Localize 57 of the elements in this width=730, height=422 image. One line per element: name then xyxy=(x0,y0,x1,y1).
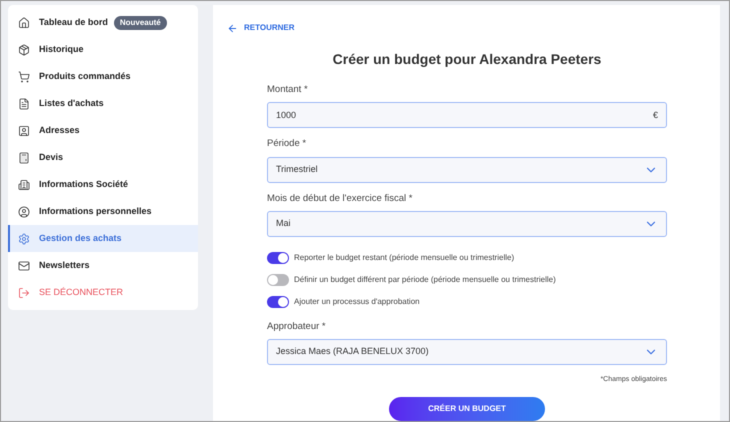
sidebar-label: Listes d'achats xyxy=(39,96,104,110)
currency-symbol: € xyxy=(652,108,658,122)
sidebar-item[interactable]: Informations Société xyxy=(8,171,198,198)
sidebar-label: Newsletters xyxy=(39,258,90,272)
sidebar-item[interactable]: Listes d'achats xyxy=(8,90,198,117)
toggle-switch[interactable] xyxy=(267,296,289,308)
field-label: Période * xyxy=(267,137,308,152)
back-link[interactable]: RETOURNER xyxy=(227,22,295,34)
sidebar-label: Adresses xyxy=(39,124,80,137)
cart-icon xyxy=(18,70,30,82)
field-label: Mois de début de l'exercice fiscal * xyxy=(267,192,414,206)
sidebar-label: Gestion des achats xyxy=(39,232,122,245)
toggle-label: Ajouter un processus d'approbation xyxy=(294,296,420,308)
toggle-label: Reporter le budget restant (période mensuelle ou trimestrielle) xyxy=(294,252,514,264)
toggle-switch[interactable] xyxy=(267,274,289,286)
select-field[interactable]: Trimestriel xyxy=(267,156,667,182)
create-budget-button[interactable]: CRÉER UN BUDGET xyxy=(389,396,545,420)
sidebar-item[interactable]: Gestion des achats xyxy=(8,225,198,252)
select-field[interactable]: Mai xyxy=(267,210,667,237)
sidebar-item[interactable]: Tableau de bord Nouveauté xyxy=(8,9,198,36)
field-value: Jessica Maes (RAJA BENELUX 3700) xyxy=(276,345,429,358)
building-icon xyxy=(18,178,30,190)
sidebar-item[interactable]: Adresses xyxy=(8,117,198,144)
mail-icon xyxy=(18,260,30,272)
select-field[interactable]: Jessica Maes (RAJA BENELUX 3700) xyxy=(267,339,667,365)
calculator-icon xyxy=(18,152,30,164)
field-value: Mai xyxy=(276,217,291,230)
logout-icon xyxy=(18,286,30,298)
field-label: Montant * xyxy=(267,83,309,97)
sidebar-label: Historique xyxy=(39,42,84,56)
toggle-switch[interactable] xyxy=(267,252,289,264)
user-icon xyxy=(18,206,30,218)
sidebar-item[interactable]: Produits commandés xyxy=(8,63,198,90)
package-icon xyxy=(18,44,30,56)
page-title: Créer un budget pour Alexandra Peeters xyxy=(332,50,602,69)
sidebar-item[interactable]: Newsletters xyxy=(8,252,198,279)
toggle-label: Définir un budget différent par période (période mensuelle ou trimestrielle) xyxy=(294,274,556,286)
sidebar-item[interactable]: Devis xyxy=(8,144,198,171)
amount-field[interactable]: 1000 € xyxy=(267,102,667,128)
sidebar-label: Informations Société xyxy=(39,178,128,191)
sidebar-label: Tableau de bord xyxy=(39,16,108,29)
sidebar-label: Informations personnelles xyxy=(39,204,152,218)
document-icon xyxy=(18,98,30,110)
sidebar-label: Produits commandés xyxy=(39,70,131,83)
field-value: Trimestriel xyxy=(276,162,318,176)
sidebar-label: SE DÉCONNECTER xyxy=(39,286,124,299)
field-value: 1000 xyxy=(276,108,296,122)
field-label: Approbateur * xyxy=(267,320,327,334)
arrow-left-icon xyxy=(227,22,238,34)
sidebar-item[interactable]: SE DÉCONNECTER xyxy=(8,279,198,306)
settings-icon xyxy=(18,232,30,244)
new-badge: Nouveauté xyxy=(114,16,167,30)
sidebar-item[interactable]: Informations personnelles xyxy=(8,198,198,225)
sidebar-label: Devis xyxy=(39,150,64,164)
sidebar-item[interactable]: Historique xyxy=(8,36,198,63)
contact-card-icon xyxy=(18,124,30,136)
home-icon xyxy=(18,16,30,28)
